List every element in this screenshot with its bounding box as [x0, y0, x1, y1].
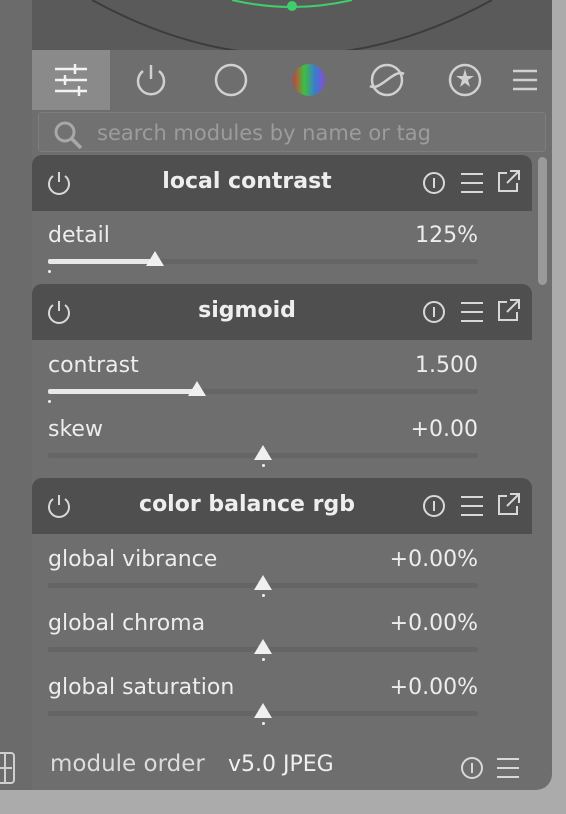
info-icon[interactable]: [422, 300, 446, 324]
module-title: local contrast: [162, 169, 332, 194]
slider-value: +0.00%: [389, 547, 478, 572]
slider-handle[interactable]: [254, 703, 272, 718]
search-icon: [54, 121, 83, 150]
external-open-icon[interactable]: [495, 298, 521, 324]
tab-effect-modules[interactable]: [426, 50, 504, 110]
slider-skew[interactable]: skew +0.00: [48, 407, 478, 471]
slider-default-marker: [48, 400, 51, 403]
power-icon: [136, 65, 166, 96]
hamburger-menu-icon: [513, 69, 537, 91]
slider-value: 125%: [415, 223, 478, 248]
color-circle-icon: [293, 64, 325, 96]
slider-handle[interactable]: [254, 445, 272, 460]
slider-contrast[interactable]: contrast 1.500: [48, 343, 478, 407]
slider-detail[interactable]: detail 125%: [48, 213, 478, 277]
slider-value: +0.00: [410, 417, 478, 442]
effects-icon: [448, 63, 482, 97]
slider-value: +0.00%: [389, 611, 478, 636]
tab-correct-modules[interactable]: [348, 50, 426, 110]
slider-default-marker: [262, 464, 265, 467]
slider-label: global saturation: [48, 675, 235, 700]
info-icon[interactable]: [422, 494, 446, 518]
slider-global-vibrance[interactable]: global vibrance +0.00%: [48, 537, 478, 601]
tab-active-modules[interactable]: [32, 50, 110, 110]
slider-label: skew: [48, 417, 103, 442]
presets-menu-icon[interactable]: [460, 300, 484, 324]
darkroom-right-panel: local contrast detail 125%: [32, 0, 552, 790]
scopes-preview: [32, 0, 552, 50]
module-title: color balance rgb: [139, 492, 355, 517]
left-panel-strip: [0, 0, 32, 790]
module-enable-power-icon[interactable]: [46, 493, 72, 519]
slider-label: global vibrance: [48, 547, 218, 572]
tab-tone-modules[interactable]: [192, 50, 270, 110]
module-order-value[interactable]: v5.0 JPEG: [228, 752, 334, 777]
module-list-scrollbar[interactable]: [536, 155, 548, 740]
presets-menu-icon[interactable]: [460, 171, 484, 195]
presets-menu-icon[interactable]: [496, 756, 520, 780]
slider-fill: [48, 389, 197, 394]
scrollbar-thumb[interactable]: [538, 157, 547, 285]
module-title: sigmoid: [198, 298, 296, 323]
side-panel-toggle-icon[interactable]: [0, 752, 16, 784]
info-icon[interactable]: [460, 756, 484, 780]
slider-handle[interactable]: [254, 639, 272, 654]
tone-curve-icon: [369, 63, 405, 97]
info-icon[interactable]: [422, 171, 446, 195]
active-modules-icon: [55, 64, 87, 96]
tab-base-modules[interactable]: [112, 50, 190, 110]
slider-label: detail: [48, 223, 110, 248]
slider-handle[interactable]: [146, 251, 164, 266]
slider-default-marker: [48, 270, 51, 273]
external-open-icon[interactable]: [495, 492, 521, 518]
slider-default-marker: [262, 722, 265, 725]
slider-label: contrast: [48, 353, 139, 378]
slider-handle[interactable]: [188, 381, 206, 396]
slider-label: global chroma: [48, 611, 206, 636]
slider-global-chroma[interactable]: global chroma +0.00%: [48, 601, 478, 665]
tab-color-modules[interactable]: [270, 50, 348, 110]
external-open-icon[interactable]: [495, 169, 521, 195]
presets-menu-icon[interactable]: [460, 494, 484, 518]
slider-default-marker: [262, 594, 265, 597]
module-header-sigmoid[interactable]: sigmoid: [32, 284, 532, 340]
module-order-bar: module order v5.0 JPEG: [32, 742, 552, 790]
slider-global-saturation[interactable]: global saturation +0.00%: [48, 665, 478, 729]
tab-presets-menu[interactable]: [498, 50, 552, 110]
slider-value: +0.00%: [389, 675, 478, 700]
module-enable-power-icon[interactable]: [46, 299, 72, 325]
slider-fill: [48, 259, 155, 264]
module-search-box: [38, 112, 546, 153]
slider-handle[interactable]: [254, 575, 272, 590]
module-enable-power-icon[interactable]: [46, 170, 72, 196]
module-group-tabs: [32, 50, 552, 110]
circle-icon: [214, 63, 248, 97]
module-order-label: module order: [50, 751, 205, 777]
slider-value: 1.500: [415, 353, 478, 378]
slider-default-marker: [262, 658, 265, 661]
search-input[interactable]: [95, 113, 539, 153]
module-header-color-balance-rgb[interactable]: color balance rgb: [32, 478, 532, 534]
module-list: local contrast detail 125% sigmoid contr…: [32, 155, 534, 740]
module-header-local-contrast[interactable]: local contrast: [32, 155, 532, 211]
